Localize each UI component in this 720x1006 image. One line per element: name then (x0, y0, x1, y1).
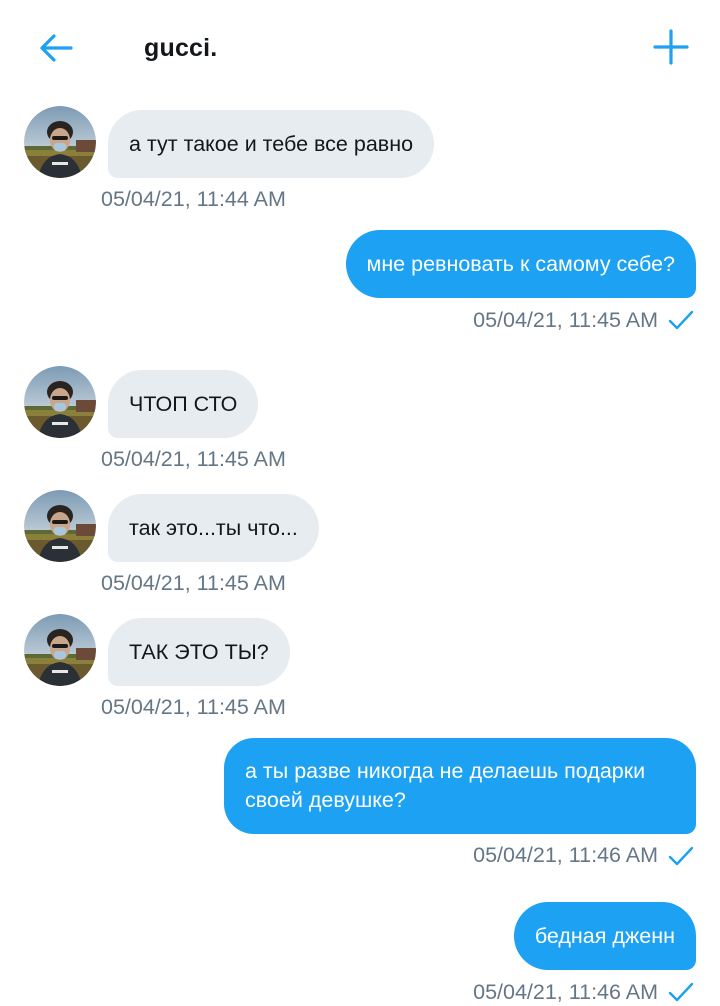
message-text: бедная дженн (534, 923, 675, 948)
message-timestamp: 05/04/21, 11:45 AM (101, 571, 286, 595)
add-button[interactable] (648, 24, 694, 70)
message-timestamp: 05/04/21, 11:45 AM (101, 695, 286, 719)
read-check-icon (668, 846, 694, 866)
conversation-title[interactable]: gucci. (144, 34, 217, 63)
message-bubble[interactable]: бедная дженн (513, 902, 696, 970)
avatar[interactable] (24, 490, 96, 562)
conversation-header: gucci. (0, 0, 720, 96)
message-text: мне ревновать к самому себе? (366, 251, 675, 276)
plus-icon (653, 29, 689, 65)
message-bubble[interactable]: мне ревновать к самому себе? (345, 230, 696, 298)
read-check-icon (668, 310, 694, 330)
message-bubble[interactable]: ТАК ЭТО ТЫ? (108, 618, 290, 686)
message-text: так это...ты что... (129, 515, 298, 540)
message-text: ТАК ЭТО ТЫ? (129, 639, 269, 664)
avatar[interactable] (24, 614, 96, 686)
message-text: а ты разве никогда не делаешь подарки св… (245, 759, 646, 812)
message-bubble[interactable]: а тут такое и тебе все равно (108, 110, 435, 178)
back-button[interactable] (34, 26, 78, 70)
message-bubble[interactable]: а ты разве никогда не делаешь подарки св… (224, 738, 696, 834)
message-timestamp: 05/04/21, 11:45 AM (101, 447, 286, 471)
read-check-icon (668, 982, 694, 1002)
message-text: а тут такое и тебе все равно (129, 131, 414, 156)
message-timestamp: 05/04/21, 11:45 AM (473, 308, 658, 332)
message-text: ЧТОП СТО (129, 391, 238, 416)
avatar[interactable] (24, 366, 96, 438)
message-bubble[interactable]: ЧТОП СТО (108, 370, 259, 438)
avatar[interactable] (24, 106, 96, 178)
back-arrow-icon (40, 34, 73, 62)
message-timestamp: 05/04/21, 11:46 AM (473, 843, 658, 867)
message-bubble[interactable]: так это...ты что... (108, 494, 319, 562)
message-timestamp: 05/04/21, 11:44 AM (101, 187, 286, 211)
message-timestamp: 05/04/21, 11:46 AM (473, 980, 658, 1004)
